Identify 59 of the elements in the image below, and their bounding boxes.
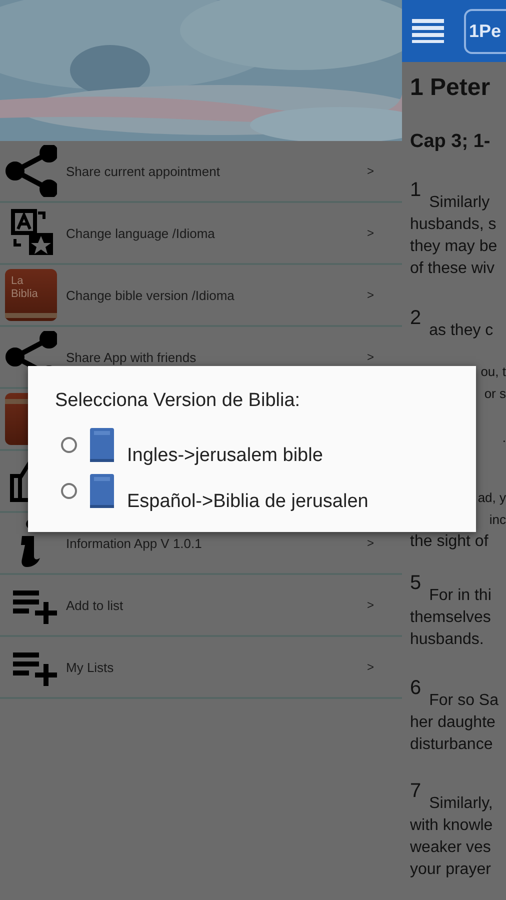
verse-text: ou, t (480, 363, 506, 381)
chevron: > (366, 288, 374, 302)
verse-text: ad, y (478, 489, 506, 507)
bible-app-icon: La Biblia (5, 269, 57, 321)
verse-text: themselves (410, 609, 491, 626)
chevron: > (366, 350, 374, 364)
verse-text: as they c (429, 321, 494, 341)
verse-number: 2 (410, 308, 422, 328)
menu-icon[interactable] (412, 18, 444, 44)
chapter-heading: Cap 3; 1- (410, 130, 492, 154)
book-icon (89, 427, 115, 463)
chevron: > (366, 660, 374, 674)
drawer-item-label: Change language /Idioma (66, 226, 216, 240)
book-title: 1 Peter (410, 73, 492, 103)
verse-text: husbands. (410, 631, 484, 648)
verse-text: inc (489, 511, 506, 529)
book-icon (89, 473, 115, 509)
chevron: > (366, 164, 374, 178)
verse-text: husbands, s (410, 216, 496, 233)
chevron: > (366, 598, 374, 612)
verse-number: 7 (410, 781, 422, 801)
chevron: > (366, 536, 374, 550)
radio-button[interactable] (61, 437, 77, 453)
verse-text: disturbance (410, 736, 493, 753)
drawer-item[interactable]: Change language /Idioma > (0, 203, 402, 265)
verse-number: 6 (410, 678, 422, 698)
verse-text: Similarly, (429, 794, 493, 814)
verse-number: 5 (410, 573, 422, 593)
drawer-item-label: Add to list (66, 598, 124, 612)
drawer-item-label: My Lists (66, 660, 115, 674)
drawer-item[interactable]: La Biblia Change bible version /Idioma > (0, 265, 402, 327)
verse-text: her daughte (410, 714, 496, 731)
share-icon (5, 145, 57, 197)
verse-text: . (502, 429, 506, 447)
verse-text: For in thi (429, 586, 492, 606)
verse-text: with knowle (410, 817, 493, 834)
version-option[interactable]: Español->Biblia de jerusalen (127, 491, 368, 513)
radio-button[interactable] (61, 483, 77, 499)
verse-text: weaker ves (410, 839, 491, 856)
verse-text: they may be (410, 238, 498, 255)
book-button[interactable]: 1Pe (464, 8, 506, 54)
verse-text: of these wiv (410, 260, 494, 277)
version-option[interactable]: Ingles->jerusalem bible (127, 445, 323, 467)
verse-text: the sight of (410, 533, 488, 550)
verse-text: Similarly (429, 193, 490, 213)
dialog-title: Selecciona Version de Biblia: (55, 390, 302, 412)
verse-text: or s (484, 385, 506, 403)
drawer-item-label: Information App V 1.0.1 (66, 536, 203, 550)
drawer-item[interactable]: My Lists > (0, 637, 402, 699)
drawer-item-label: Share current appointment (66, 164, 221, 178)
drawer-item-label: Change bible version /Idioma (66, 288, 236, 302)
verse-number: 1 (410, 180, 422, 200)
chevron: > (366, 226, 374, 240)
verse-text: For so Sa (429, 691, 498, 711)
verse-text: your prayer (410, 861, 491, 878)
drawer-item-label: Share App with friends (66, 350, 198, 364)
drawer-item[interactable]: Share current appointment > (0, 141, 402, 203)
drawer-item[interactable]: Add to list > (0, 575, 402, 637)
thumbs-up-icon (10, 460, 30, 502)
